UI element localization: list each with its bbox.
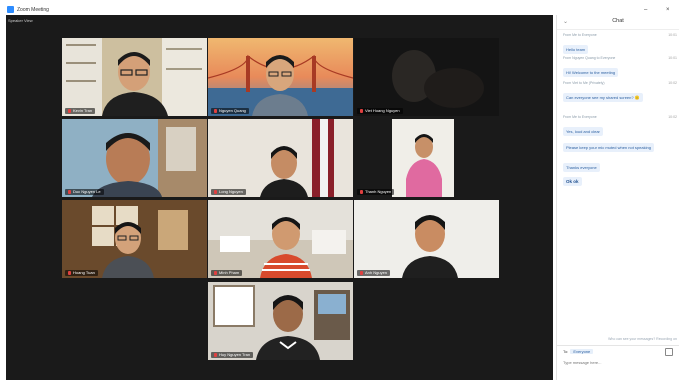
chat-message: From Nguyen Quang to Everyone 10:01 Hi! W… <box>563 56 677 79</box>
mic-muted-icon <box>214 353 217 357</box>
chat-visibility-note[interactable]: Who can see your messages? Recording on <box>563 337 677 341</box>
participant-name: Long Nguyen <box>211 189 246 195</box>
message-bubble: Can everyone see my shared screen? 🙂 <box>563 93 643 102</box>
video-feed <box>354 38 499 116</box>
participant-name: Minh Pham <box>211 270 243 276</box>
chat-message: Please keep your mic muted when not spea… <box>563 136 677 154</box>
mic-muted-icon <box>68 271 71 275</box>
message-bubble: Ok ok <box>563 177 582 186</box>
video-feed <box>62 38 207 116</box>
participant-name: Duc Nguyen Le <box>65 189 104 195</box>
chat-message: From Viet to Me (Privately) 10:02 Can eve… <box>563 81 677 104</box>
chat-header: ⌄ Chat <box>557 15 679 30</box>
recipient-selector[interactable]: To: Everyone <box>563 349 594 354</box>
chat-message: From Me to Everyone 10:02 Yes, loud and c… <box>563 115 677 138</box>
message-time: 10:02 <box>668 81 677 85</box>
file-attach-icon[interactable] <box>665 348 673 356</box>
message-sender: From Me to Everyone <box>563 33 597 37</box>
participant-tile[interactable]: Anh Nguyen <box>354 200 499 278</box>
message-bubble: Hi! Welcome to the meeting <box>563 68 619 77</box>
message-bubble: Hello team <box>563 45 589 54</box>
message-sender: From Me to Everyone <box>563 115 597 119</box>
message-bubble: Please keep your mic muted when not spea… <box>563 143 654 152</box>
participant-tile[interactable]: Nguyen Quang <box>208 38 353 116</box>
message-sender: From Viet to Me (Privately) <box>563 81 605 85</box>
participant-name: Nguyen Quang <box>211 108 249 114</box>
chat-title: Chat <box>612 18 624 24</box>
minimize-button[interactable]: – <box>644 5 647 15</box>
participant-name: Anh Nguyen <box>357 270 391 276</box>
window-title: Zoom Meeting <box>17 7 49 13</box>
zoom-app-icon <box>7 6 14 13</box>
message-bubble: Yes, loud and clear <box>563 127 603 136</box>
participant-tile[interactable]: Minh Pham <box>208 200 353 278</box>
participant-name: Viet Hoang Nguyen <box>357 108 403 114</box>
mic-muted-icon <box>214 109 217 113</box>
message-time: 10:01 <box>668 56 677 60</box>
participant-tile[interactable]: Thanh Nguyen <box>354 119 499 197</box>
participant-name: Huy Nguyen Tran <box>211 352 254 358</box>
mic-muted-icon <box>360 190 363 194</box>
video-feed <box>208 200 353 278</box>
mic-muted-icon <box>68 109 71 113</box>
message-time: 10:02 <box>668 115 677 119</box>
window-titlebar: Zoom Meeting – × <box>6 5 675 15</box>
recipient-dropdown[interactable]: Everyone <box>570 349 594 354</box>
participant-tile[interactable]: Huy Nguyen Tran <box>208 282 353 360</box>
to-label: To: <box>563 349 569 354</box>
mic-muted-icon <box>360 109 363 113</box>
participant-tile[interactable]: Duc Nguyen Le <box>62 119 207 197</box>
mic-muted-icon <box>214 190 217 194</box>
mic-muted-icon <box>360 271 363 275</box>
participant-name: Kevin Tran <box>65 108 96 114</box>
participant-name: Thanh Nguyen <box>357 189 395 195</box>
mic-muted-icon <box>68 190 71 194</box>
speaker-view-label[interactable]: Speaker View <box>8 18 33 23</box>
video-feed <box>354 200 499 278</box>
participant-tile[interactable]: Long Nguyen <box>208 119 353 197</box>
participant-tile[interactable]: Hoang Tuan <box>62 200 207 278</box>
chat-divider <box>557 345 679 346</box>
mic-muted-icon <box>214 271 217 275</box>
video-feed <box>354 119 499 197</box>
video-feed <box>208 38 353 116</box>
message-time: 10:01 <box>668 33 677 37</box>
chat-message: From Me to Everyone 10:01 Hello team <box>563 33 677 56</box>
chat-message-input[interactable] <box>563 357 673 367</box>
video-grid: Speaker View Kevin Tran Nguyen Quang Vie… <box>6 15 553 380</box>
participant-tile[interactable]: Viet Hoang Nguyen <box>354 38 499 116</box>
participant-tile[interactable]: Kevin Tran <box>62 38 207 116</box>
video-feed <box>208 282 353 360</box>
message-sender: From Nguyen Quang to Everyone <box>563 56 616 60</box>
close-button[interactable]: × <box>666 5 670 15</box>
chat-panel: ⌄ Chat From Me to Everyone 10:01 Hello te… <box>556 15 679 380</box>
participant-name: Hoang Tuan <box>65 270 98 276</box>
video-feed <box>62 200 207 278</box>
video-feed <box>62 119 207 197</box>
chat-message: Ok ok <box>563 170 677 188</box>
video-feed <box>208 119 353 197</box>
